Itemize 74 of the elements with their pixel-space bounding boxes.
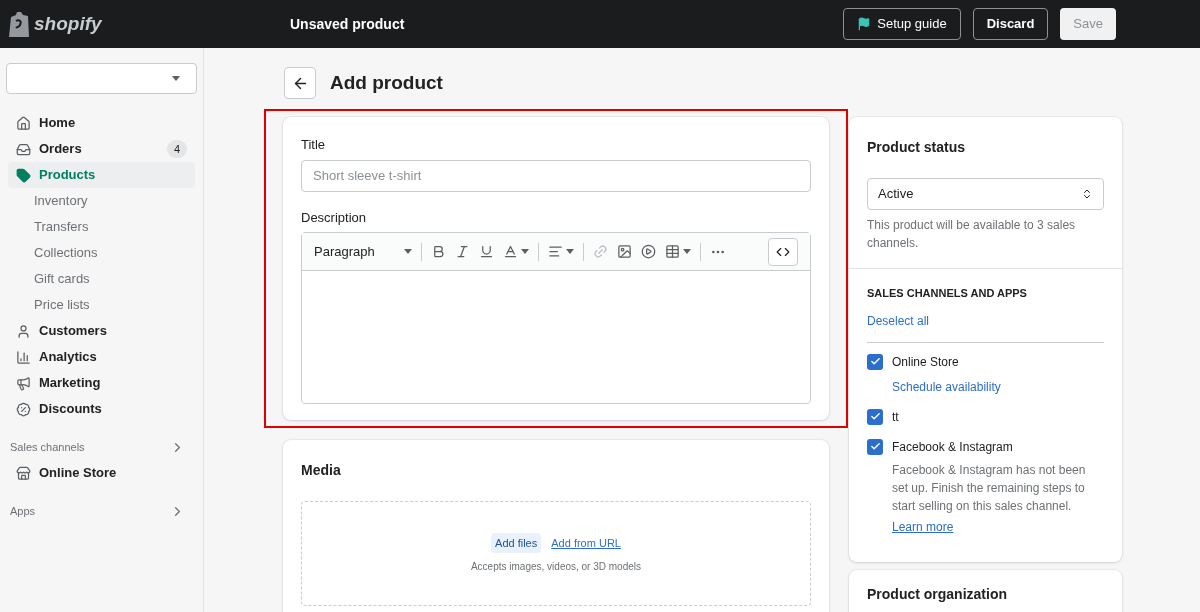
sidebar-item[interactable]: Discounts xyxy=(39,399,187,419)
channel-note: Facebook & Instagram has not been set up. Finish the remaining steps to start selling on this sales channel. xyxy=(892,461,1087,515)
sidebar-subitem[interactable]: Collections xyxy=(34,240,203,266)
logo-text: shopify xyxy=(34,11,102,36)
check-icon xyxy=(869,441,881,452)
paragraph-dropdown[interactable]: Paragraph xyxy=(314,241,412,262)
field-label: Title xyxy=(301,136,327,154)
page-status-title: Unsaved product xyxy=(290,14,406,34)
checkbox[interactable] xyxy=(867,438,883,455)
status-select[interactable]: Active xyxy=(867,178,1104,210)
bar-chart-icon xyxy=(16,349,31,365)
table-icon[interactable] xyxy=(665,244,680,259)
drop-zone[interactable]: Add files Add from URL Accepts images, videos, or 3D models xyxy=(301,501,811,606)
sidebar-item[interactable]: Online Store xyxy=(39,463,187,483)
checkbox[interactable] xyxy=(867,353,883,370)
megaphone-icon xyxy=(16,375,31,391)
channel-label: Facebook & Instagram xyxy=(892,438,1013,456)
card-title: Product organization xyxy=(867,584,1008,604)
percent-badge-icon xyxy=(16,401,31,417)
count-badge: 4 xyxy=(166,139,187,159)
house-icon xyxy=(16,115,31,131)
page-title: Add product xyxy=(330,70,443,95)
channel-label: Online Store xyxy=(892,353,959,371)
caret-icon xyxy=(404,249,412,254)
checkbox[interactable] xyxy=(867,408,883,425)
code-view-button[interactable] xyxy=(768,237,798,266)
field-label: Description xyxy=(301,208,368,227)
caret-icon xyxy=(172,76,180,81)
deselect-all-link[interactable]: Deselect all xyxy=(867,311,1104,343)
caret-icon xyxy=(521,249,529,254)
sidebar-item[interactable]: Analytics xyxy=(39,347,187,367)
rich-text-editor[interactable]: Paragraph xyxy=(301,232,811,404)
check-icon xyxy=(869,411,881,422)
section-heading: Sales channels xyxy=(10,439,85,455)
add-from-url-link[interactable]: Add from URL xyxy=(551,534,621,552)
person-icon xyxy=(16,323,31,339)
caret-icon xyxy=(683,249,691,254)
underline-icon[interactable] xyxy=(479,244,494,259)
channel-label: tt xyxy=(892,408,899,426)
status-note: This product will be available to 3 sales channels. xyxy=(867,217,1077,252)
up-down-icon xyxy=(1081,188,1093,200)
sidebar-subitem[interactable]: Inventory xyxy=(34,188,203,214)
sidebar-subitem[interactable]: Price lists xyxy=(34,292,203,318)
sidebar-item[interactable]: Home xyxy=(39,113,187,133)
sidebar-item[interactable]: Marketing xyxy=(39,373,187,393)
flag-icon xyxy=(857,17,872,31)
add-files-button[interactable]: Add files xyxy=(491,532,542,554)
play-icon[interactable] xyxy=(641,244,656,259)
italic-icon[interactable] xyxy=(455,244,470,259)
sidebar-item[interactable]: Customers xyxy=(39,321,187,341)
title-input[interactable]: Short sleeve t-shirt xyxy=(301,159,811,192)
image-icon[interactable] xyxy=(617,244,632,259)
text-color-icon[interactable] xyxy=(503,244,518,259)
sidebar-subitem[interactable]: Gift cards xyxy=(34,266,203,292)
card-title: Media xyxy=(301,461,342,480)
tag-icon xyxy=(16,167,31,183)
drop-zone-hint: Accepts images, videos, or 3D models xyxy=(470,560,642,575)
setup-guide-button[interactable]: Setup guide xyxy=(843,8,961,40)
align-left-icon[interactable] xyxy=(548,244,563,259)
inbox-icon xyxy=(16,141,31,157)
check-icon xyxy=(869,356,881,367)
discard-button[interactable]: Discard xyxy=(972,8,1049,40)
caret-icon xyxy=(566,249,574,254)
back-button[interactable] xyxy=(284,67,316,99)
card-title: Product status xyxy=(867,138,966,157)
sidebar-item[interactable]: Orders xyxy=(39,139,159,159)
section-heading: SALES CHANNELS AND APPS xyxy=(867,286,1028,301)
schedule-availability-link[interactable]: Schedule availability xyxy=(892,377,1104,396)
learn-more-link[interactable]: Learn more xyxy=(892,517,954,536)
shopping-bag-logo-icon xyxy=(8,11,30,37)
section-heading: Apps xyxy=(10,503,36,519)
bold-icon[interactable] xyxy=(431,244,446,259)
sidebar-subitem[interactable]: Transfers xyxy=(34,214,203,240)
store-icon xyxy=(16,465,31,481)
